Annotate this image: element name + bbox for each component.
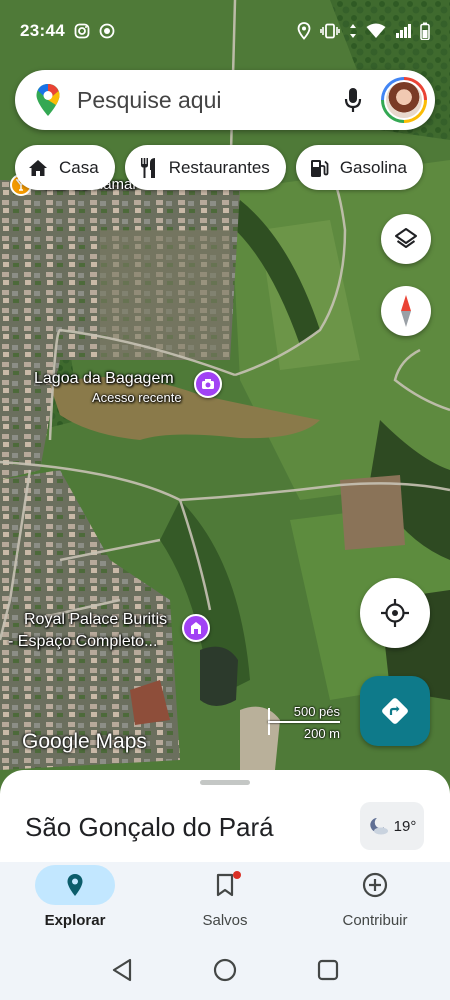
chip-label: Gasolina [339, 157, 407, 177]
my-location-button[interactable] [360, 578, 430, 648]
nav-label: Salvos [202, 912, 248, 929]
category-chips: Casa Restaurantes Gasolina [15, 145, 423, 190]
home-icon [27, 157, 49, 179]
compass-icon [396, 294, 416, 328]
chip-label: Restaurantes [168, 157, 270, 177]
chip-gasolina[interactable]: Gasolina [295, 145, 423, 190]
recents-square-icon [317, 959, 339, 981]
home-button[interactable] [205, 950, 245, 990]
avatar[interactable] [381, 77, 427, 123]
map-scale: 500 pés 200 m [268, 704, 340, 744]
gas-station-icon [308, 157, 330, 179]
record-icon [99, 23, 115, 39]
royal-palace-label-line1[interactable]: Royal Palace Buritis [24, 611, 167, 629]
chip-label: Casa [59, 157, 99, 177]
bottom-sheet[interactable]: São Gonçalo do Pará 19° [0, 770, 450, 862]
status-bar: 23:44 [0, 0, 450, 58]
vibrate-icon [320, 23, 340, 39]
back-button[interactable] [102, 950, 142, 990]
fork-knife-icon [137, 157, 159, 179]
search-input[interactable]: Pesquise aqui [77, 87, 333, 114]
bottom-navigation: Explorar Salvos Contribuir [0, 862, 450, 940]
layers-icon [394, 227, 418, 251]
system-navigation [0, 940, 450, 1000]
weather-temp: 19° [393, 817, 417, 835]
weather-chip[interactable]: 19° [360, 802, 424, 850]
google-maps-logo: Google Maps [22, 730, 147, 753]
data-arrows-icon [349, 23, 357, 39]
wifi-icon [366, 23, 386, 39]
google-maps-pin-icon [35, 83, 61, 117]
recents-button[interactable] [308, 950, 348, 990]
notification-dot [233, 871, 241, 879]
scale-metric: 200 m [303, 726, 340, 741]
compass-button[interactable] [381, 286, 431, 336]
back-triangle-icon [111, 958, 133, 982]
scale-imperial: 500 pés [293, 704, 340, 719]
mic-icon[interactable] [333, 80, 373, 120]
location-icon [297, 22, 311, 40]
nav-explorar[interactable]: Explorar [0, 862, 150, 940]
home-circle-icon [213, 958, 237, 982]
signal-icon [395, 23, 411, 39]
chip-casa[interactable]: Casa [15, 145, 115, 190]
lagoa-label[interactable]: Lagoa da Bagagem [34, 370, 174, 388]
nav-label: Explorar [44, 912, 106, 929]
plus-circle-icon [362, 872, 388, 898]
instagram-icon [74, 23, 90, 39]
battery-icon [420, 22, 430, 40]
nav-active-pill [35, 865, 115, 905]
explore-pin-icon [66, 873, 84, 897]
royal-palace-label-line2[interactable]: - Espaço Completo... [8, 633, 157, 651]
status-time: 23:44 [20, 21, 65, 40]
directions-icon [380, 696, 410, 726]
moon-cloud-icon [368, 816, 390, 836]
nav-contribuir[interactable]: Contribuir [300, 862, 450, 940]
event-venue-poi-icon[interactable] [182, 614, 210, 642]
nav-salvos[interactable]: Salvos [150, 862, 300, 940]
sheet-drag-handle[interactable] [200, 780, 250, 785]
directions-button[interactable] [360, 676, 430, 746]
crosshair-icon [380, 598, 410, 628]
bookmark-icon [216, 873, 234, 897]
lagoa-sublabel: Acesso recente [92, 390, 182, 405]
nav-label: Contribuir [342, 912, 408, 929]
layers-button[interactable] [381, 214, 431, 264]
place-title: São Gonçalo do Pará [25, 812, 274, 842]
chip-restaurantes[interactable]: Restaurantes [124, 145, 286, 190]
camera-poi-icon[interactable] [194, 370, 222, 398]
search-bar[interactable]: Pesquise aqui [15, 70, 435, 130]
